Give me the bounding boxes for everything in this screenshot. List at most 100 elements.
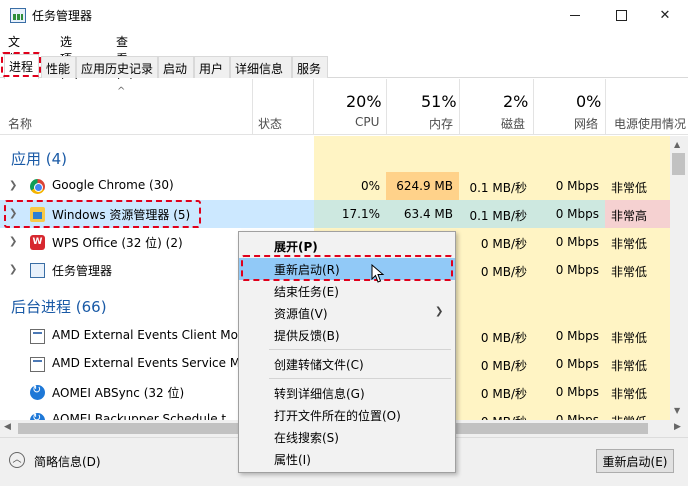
wps-office-icon: W bbox=[30, 235, 45, 250]
column-separator[interactable] bbox=[459, 79, 460, 135]
scroll-right-icon[interactable]: ▶ bbox=[674, 422, 681, 432]
process-name: AOMEI ABSync (32 位) bbox=[52, 386, 185, 400]
network-value: 0 Mbps bbox=[555, 385, 599, 399]
minimize-button[interactable] bbox=[552, 0, 598, 31]
column-separator[interactable] bbox=[313, 79, 314, 135]
network-value: 0 Mbps bbox=[555, 413, 599, 420]
column-power[interactable]: 电源使用情况 bbox=[614, 115, 686, 132]
sort-caret-icon[interactable]: ^ bbox=[117, 86, 125, 97]
process-name: Google Chrome (30) bbox=[52, 178, 174, 192]
tab-users[interactable]: 用户 bbox=[194, 56, 230, 78]
menu-item-open-file-location[interactable]: 打开文件所在的位置(O) bbox=[239, 404, 455, 426]
chevron-right-icon: ❯ bbox=[435, 306, 444, 317]
column-separator[interactable] bbox=[252, 79, 253, 135]
title-bar: 任务管理器 bbox=[0, 0, 688, 31]
memory-total: 51% bbox=[421, 92, 457, 111]
close-button[interactable] bbox=[642, 0, 688, 31]
scroll-down-icon[interactable]: ▼ bbox=[674, 406, 680, 415]
chevron-right-icon[interactable]: ❯ bbox=[9, 264, 17, 275]
menu-item-feedback[interactable]: 提供反馈(B) bbox=[239, 324, 455, 346]
application-icon bbox=[30, 357, 45, 372]
menu-separator bbox=[269, 378, 451, 379]
fewer-details-link[interactable]: 简略信息(D) bbox=[34, 453, 101, 470]
column-network[interactable]: 网络 bbox=[574, 115, 598, 132]
process-name: Windows 资源管理器 (5) bbox=[52, 208, 191, 222]
memory-value: 63.4 MB bbox=[386, 200, 459, 228]
aomei-sync-icon bbox=[30, 383, 45, 400]
disk-value: 0 MB/秒 bbox=[480, 387, 527, 401]
group-header-apps[interactable]: 应用 (4) bbox=[0, 144, 314, 172]
menu-item-end-task[interactable]: 结束任务(E) bbox=[239, 280, 455, 302]
scroll-left-icon[interactable]: ◀ bbox=[4, 422, 11, 432]
disk-value: 0 MB/秒 bbox=[459, 406, 533, 420]
maximize-button[interactable] bbox=[598, 0, 644, 31]
column-disk[interactable]: 磁盘 bbox=[501, 115, 525, 132]
column-status[interactable]: 状态 bbox=[258, 115, 282, 132]
tab-startup[interactable]: 启动 bbox=[158, 56, 194, 78]
aomei-backupper-icon bbox=[30, 411, 45, 420]
tab-app-history[interactable]: 应用历史记录 bbox=[76, 56, 158, 78]
table-row[interactable]: ❯ Google Chrome (30) 0% 624.9 MB 0.1 MB/… bbox=[0, 172, 670, 200]
column-separator[interactable] bbox=[605, 79, 606, 135]
mouse-cursor-icon bbox=[371, 264, 385, 283]
power-value: 非常低 bbox=[611, 265, 648, 279]
column-separator[interactable] bbox=[533, 79, 534, 135]
disk-value: 0.1 MB/秒 bbox=[469, 181, 527, 195]
power-value: 非常低 bbox=[611, 237, 648, 251]
scroll-up-icon[interactable]: ▲ bbox=[674, 140, 680, 149]
column-cpu[interactable]: CPU bbox=[355, 115, 379, 129]
context-menu: 展开(P) 重新启动(R) 结束任务(E) 资源值(V) ❯ 提供反馈(B) 创… bbox=[238, 231, 456, 473]
disk-value: 0 MB/秒 bbox=[480, 359, 527, 373]
process-name: AMD External Events Client Mo... bbox=[52, 328, 250, 342]
menu-item-create-dump[interactable]: 创建转储文件(C) bbox=[239, 353, 455, 375]
disk-value: 0 MB/秒 bbox=[480, 331, 527, 345]
chrome-icon bbox=[30, 179, 45, 194]
disk-value: 0.1 MB/秒 bbox=[459, 200, 533, 228]
network-value: 0 Mbps bbox=[555, 179, 599, 193]
network-value: 0 Mbps bbox=[533, 200, 605, 228]
chevron-right-icon[interactable]: ❯ bbox=[9, 208, 17, 219]
disk-value: 0 MB/秒 bbox=[480, 237, 527, 251]
task-manager-icon bbox=[10, 8, 26, 23]
disk-value: 0 MB/秒 bbox=[480, 265, 527, 279]
menu-item-expand[interactable]: 展开(P) bbox=[239, 235, 455, 257]
network-value: 0 Mbps bbox=[555, 357, 599, 371]
network-value: 0 Mbps bbox=[555, 235, 599, 249]
menu-item-restart[interactable]: 重新启动(R) bbox=[239, 258, 455, 280]
tab-services[interactable]: 服务 bbox=[292, 56, 328, 78]
window-title: 任务管理器 bbox=[32, 9, 93, 23]
power-value: 非常低 bbox=[611, 387, 648, 401]
menu-item-go-to-details[interactable]: 转到详细信息(G) bbox=[239, 382, 455, 404]
group-title: 应用 (4) bbox=[11, 150, 68, 168]
power-value: 非常低 bbox=[611, 331, 648, 345]
power-value: 非常低 bbox=[611, 181, 648, 195]
chevron-right-icon[interactable]: ❯ bbox=[9, 236, 17, 247]
cpu-value: 17.1% bbox=[314, 200, 386, 228]
tab-details[interactable]: 详细信息 bbox=[230, 56, 292, 78]
process-name: 任务管理器 bbox=[52, 264, 113, 278]
application-icon bbox=[30, 329, 45, 344]
process-name: AOMEI Backupper Schedule t... bbox=[52, 412, 238, 420]
menu-item-resource-values[interactable]: 资源值(V) bbox=[239, 302, 455, 324]
chevron-up-icon[interactable]: ︿ bbox=[9, 452, 25, 468]
menu-item-properties[interactable]: 属性(I) bbox=[239, 448, 455, 470]
power-value: 非常低 bbox=[605, 406, 670, 420]
column-memory[interactable]: 内存 bbox=[429, 115, 453, 132]
group-title: 后台进程 (66) bbox=[11, 298, 107, 316]
column-name[interactable]: 名称 bbox=[8, 115, 32, 132]
vertical-scrollbar[interactable] bbox=[670, 136, 688, 420]
network-total: 0% bbox=[576, 92, 602, 111]
cpu-total: 20% bbox=[346, 92, 382, 111]
menu-separator bbox=[269, 349, 451, 350]
tab-performance[interactable]: 性能 bbox=[41, 56, 76, 78]
process-name: WPS Office (32 位) (2) bbox=[52, 236, 183, 250]
tab-processes[interactable]: 进程 bbox=[4, 54, 39, 79]
table-row-selected[interactable]: ❯ Windows 资源管理器 (5) 17.1% 63.4 MB 0.1 MB… bbox=[0, 200, 670, 228]
scrollbar-thumb[interactable] bbox=[672, 153, 685, 175]
restart-button[interactable]: 重新启动(E) bbox=[596, 449, 674, 473]
chevron-right-icon[interactable]: ❯ bbox=[9, 180, 17, 191]
cpu-value: 0% bbox=[360, 179, 380, 193]
power-value: 非常高 bbox=[605, 200, 670, 228]
column-separator[interactable] bbox=[386, 79, 387, 135]
menu-item-search-online[interactable]: 在线搜索(S) bbox=[239, 426, 455, 448]
